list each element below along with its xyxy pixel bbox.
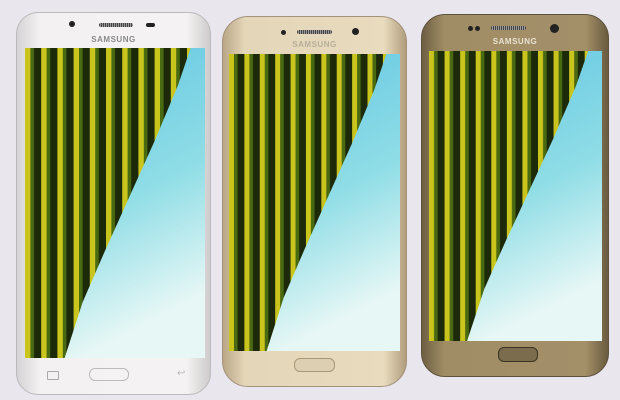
screen-wallpaper <box>25 48 205 358</box>
screen-wallpaper <box>229 54 400 351</box>
sensor <box>475 26 480 31</box>
front-camera <box>352 28 359 35</box>
home-button[interactable] <box>89 368 129 381</box>
earpiece-speaker <box>491 26 526 30</box>
phone-white: SAMSUNG ↩ <box>16 12 211 395</box>
screen-wallpaper <box>429 51 602 341</box>
phone-screen <box>229 54 400 351</box>
phone-gold: SAMSUNG <box>222 16 407 387</box>
phone-dark-gold: SAMSUNG <box>421 14 609 377</box>
brand-logo: SAMSUNG <box>91 35 136 44</box>
earpiece-speaker <box>99 23 133 27</box>
recent-apps-icon[interactable] <box>47 371 59 380</box>
phone-screen <box>429 51 602 341</box>
front-camera <box>69 21 75 27</box>
front-camera <box>550 24 559 33</box>
home-button[interactable] <box>498 347 538 362</box>
brand-logo: SAMSUNG <box>492 37 538 46</box>
home-button[interactable] <box>294 358 335 372</box>
phone-screen <box>25 48 205 358</box>
sensor <box>468 26 473 31</box>
sensor <box>281 30 286 35</box>
sensor <box>146 23 155 27</box>
back-icon[interactable]: ↩ <box>177 368 185 379</box>
earpiece-speaker <box>297 30 332 34</box>
brand-logo: SAMSUNG <box>292 40 337 49</box>
